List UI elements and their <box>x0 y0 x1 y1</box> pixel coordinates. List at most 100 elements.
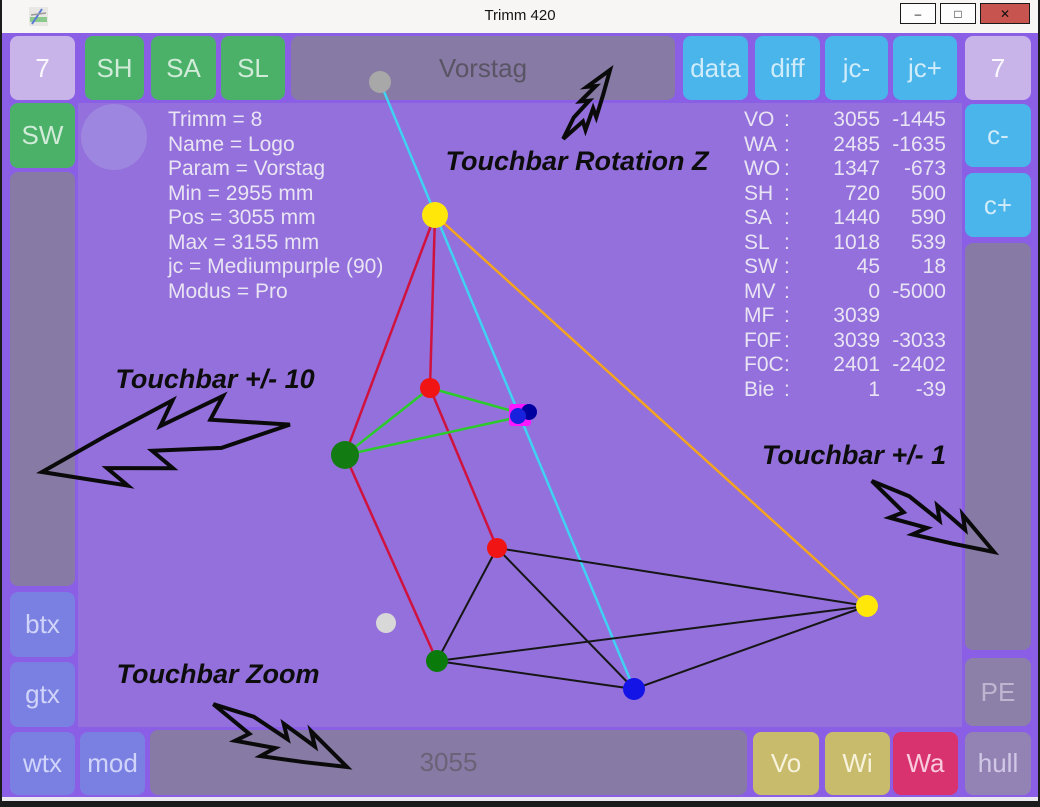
window-border-bottom <box>0 801 1040 807</box>
diagram-edge <box>345 455 437 661</box>
info-line: Pos = 3055 mm <box>168 206 383 231</box>
data-table-row: VO:3055-1445 <box>744 108 946 133</box>
c-plus-button[interactable]: c+ <box>965 173 1031 237</box>
param-header-touchbar[interactable]: Vorstag <box>291 36 675 100</box>
diagram-edge <box>345 418 514 455</box>
diagram-edge <box>437 661 634 689</box>
data-table-cell: : <box>784 255 798 280</box>
data-table-row: SL:1018539 <box>744 231 946 256</box>
mod-button[interactable]: mod <box>80 732 145 795</box>
diagram-edge <box>497 548 634 689</box>
diagram-edge <box>430 388 516 412</box>
data-table-row: SW:4518 <box>744 255 946 280</box>
data-table-cell: : <box>784 133 798 158</box>
data-table-cell: : <box>784 280 798 305</box>
diagram-edge <box>634 606 867 689</box>
wtx-button[interactable]: wtx <box>10 732 75 795</box>
data-table-cell: : <box>784 231 798 256</box>
data-table-cell: 3055 <box>798 108 880 133</box>
data-table-cell: MF <box>744 304 784 329</box>
data-table-cell: MV <box>744 280 784 305</box>
info-line: Max = 3155 mm <box>168 231 383 256</box>
info-line: Min = 2955 mm <box>168 182 383 207</box>
diagram-node-yellow-right[interactable] <box>856 595 878 617</box>
diagram-node-red-mid[interactable] <box>420 378 440 398</box>
data-table-cell: -673 <box>880 157 946 182</box>
maximize-button[interactable]: □ <box>940 3 976 24</box>
diagram-edge <box>345 388 430 455</box>
btx-button[interactable]: btx <box>10 592 75 657</box>
data-table-cell: F0C <box>744 353 784 378</box>
diagram-edge <box>380 82 634 689</box>
data-button[interactable]: data <box>683 36 748 100</box>
minimize-button[interactable]: – <box>900 3 936 24</box>
data-table-cell: Bie <box>744 378 784 403</box>
data-table-cell: 3039 <box>798 304 880 329</box>
data-table-cell: 500 <box>880 182 946 207</box>
info-line: jc = Mediumpurple (90) <box>168 255 383 280</box>
wi-button[interactable]: Wi <box>825 732 890 795</box>
annotation-rotation-z: Touchbar Rotation Z <box>417 146 737 177</box>
data-table-row: F0C:2401-2402 <box>744 353 946 378</box>
sl-button[interactable]: SL <box>221 36 285 100</box>
preset-button-right[interactable]: 7 <box>965 36 1031 100</box>
preset-button-left[interactable]: 7 <box>10 36 75 100</box>
data-table-cell: 3039 <box>798 329 880 354</box>
diagram-node-white-dot[interactable] <box>376 613 396 633</box>
jc-minus-button[interactable]: jc- <box>825 36 888 100</box>
left-touchbar[interactable] <box>10 172 75 586</box>
data-table-cell: 1 <box>798 378 880 403</box>
pe-button[interactable]: PE <box>965 658 1031 726</box>
info-line: Trimm = 8 <box>168 108 383 133</box>
diagram-node-green-left[interactable] <box>331 441 359 469</box>
data-table-cell: 18 <box>880 255 946 280</box>
info-line: Name = Logo <box>168 133 383 158</box>
diagram-node-yellow-upper[interactable] <box>422 202 448 228</box>
data-table-row: SH:720500 <box>744 182 946 207</box>
sh-button[interactable]: SH <box>85 36 144 100</box>
close-button[interactable]: ✕ <box>980 3 1030 24</box>
touch-indicator-circle <box>81 104 147 170</box>
c-minus-button[interactable]: c- <box>965 104 1031 167</box>
sw-button[interactable]: SW <box>10 103 75 168</box>
data-table-row: SA:1440590 <box>744 206 946 231</box>
hull-button[interactable]: hull <box>965 732 1031 795</box>
sa-button[interactable]: SA <box>151 36 216 100</box>
data-table-cell: : <box>784 353 798 378</box>
data-table-cell: SH <box>744 182 784 207</box>
jc-plus-button[interactable]: jc+ <box>893 36 957 100</box>
data-table-cell: : <box>784 157 798 182</box>
data-table-cell: 1018 <box>798 231 880 256</box>
info-line: Param = Vorstag <box>168 157 383 182</box>
data-table-cell: 1347 <box>798 157 880 182</box>
diagram-edge <box>497 548 867 606</box>
data-table-cell <box>880 304 946 329</box>
annotation-zoom: Touchbar Zoom <box>58 659 378 690</box>
data-table-cell: 0 <box>798 280 880 305</box>
wa-button[interactable]: Wa <box>893 732 958 795</box>
data-table-cell: SW <box>744 255 784 280</box>
diagram-node-selected-node[interactable] <box>509 404 531 426</box>
diagram-node-red-lower[interactable] <box>487 538 507 558</box>
window-title: Trimm 420 <box>2 7 1038 24</box>
diff-button[interactable]: diff <box>755 36 820 100</box>
data-table-cell: SL <box>744 231 784 256</box>
data-table-row: F0F:3039-3033 <box>744 329 946 354</box>
diagram-node-blue-node[interactable] <box>623 678 645 700</box>
data-table-cell: : <box>784 378 798 403</box>
diagram-edge <box>437 606 867 661</box>
data-table-cell: -3033 <box>880 329 946 354</box>
titlebar[interactable]: Trimm 420 – □ ✕ <box>2 0 1038 33</box>
gtx-button[interactable]: gtx <box>10 662 75 727</box>
vo-button[interactable]: Vo <box>753 732 819 795</box>
data-table-cell: SA <box>744 206 784 231</box>
selected-node-inner-dot <box>510 408 526 424</box>
right-touchbar[interactable] <box>965 243 1031 650</box>
data-table-cell: : <box>784 206 798 231</box>
data-table-row: WO:1347-673 <box>744 157 946 182</box>
data-table-cell: WO <box>744 157 784 182</box>
diagram-node-green-lower[interactable] <box>426 650 448 672</box>
zoom-touchbar-value[interactable]: 3055 <box>150 730 747 795</box>
selected-node-inner-dot <box>521 404 537 420</box>
data-table: VO:3055-1445WA:2485-1635WO:1347-673SH:72… <box>744 108 946 402</box>
